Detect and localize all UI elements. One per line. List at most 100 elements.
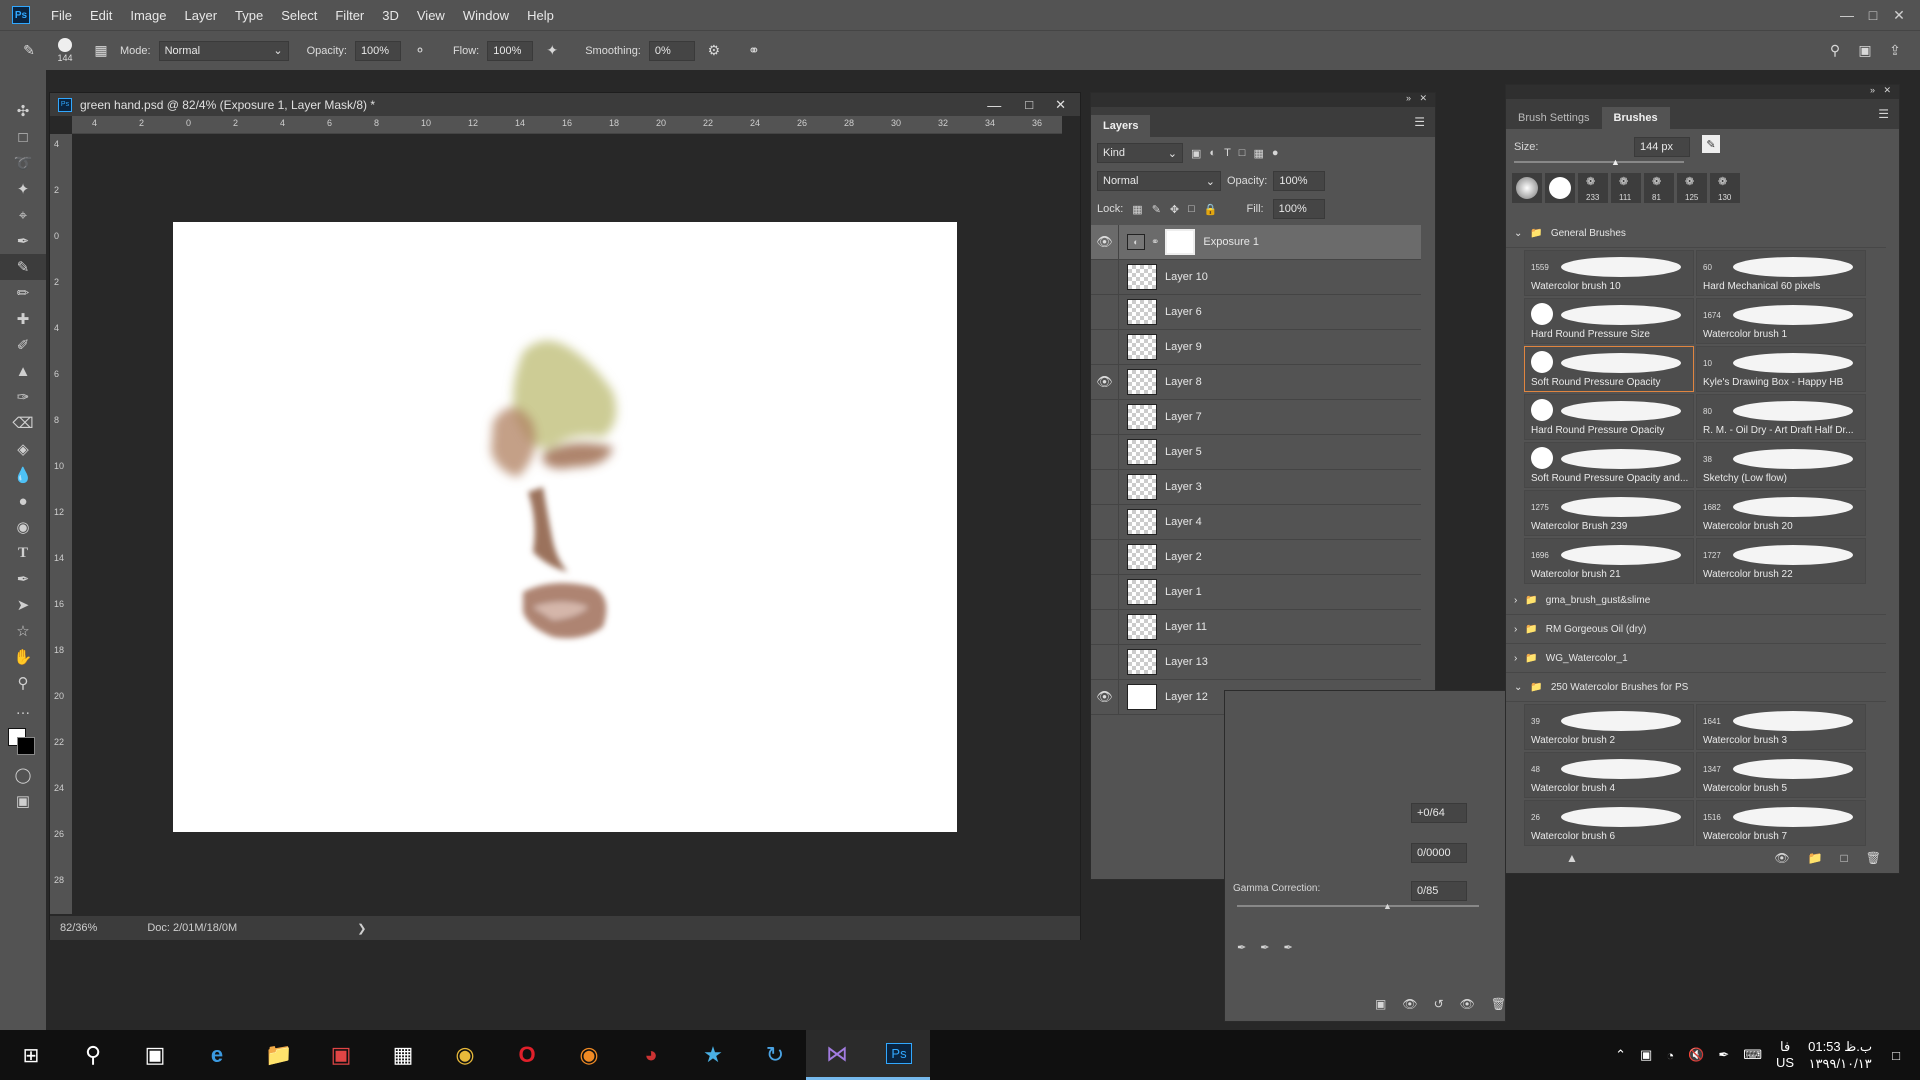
battery-icon[interactable]: ▣: [1640, 1047, 1652, 1063]
eraser-tool-icon[interactable]: ⌫: [0, 410, 46, 436]
view-previous-icon[interactable]: 👁: [1402, 997, 1417, 1011]
layer-name[interactable]: Layer 9: [1165, 341, 1202, 353]
brush-panel-toggle-icon[interactable]: ▦: [90, 40, 112, 62]
brush-preset[interactable]: 1696 Watercolor brush 21: [1524, 538, 1694, 584]
panel-menu-icon[interactable]: ☰: [1868, 107, 1899, 129]
brush-size-preview[interactable]: 144: [48, 38, 82, 63]
size-slider-track[interactable]: [1514, 161, 1684, 163]
collapse-panel-icon[interactable]: »: [1870, 85, 1875, 95]
brush-tool-preset-icon[interactable]: ✎: [18, 40, 40, 62]
eye-hidden-icon[interactable]: [1091, 644, 1119, 680]
adjustment-thumb-icon[interactable]: ◐: [1127, 234, 1145, 250]
eye-hidden-icon[interactable]: [1091, 329, 1119, 365]
pencil-tool-icon[interactable]: ✏: [0, 280, 46, 306]
new-brush-icon[interactable]: □: [1841, 851, 1848, 865]
crop-tool-icon[interactable]: ⌖: [0, 202, 46, 228]
layer-thumbnail[interactable]: [1127, 684, 1157, 710]
layer-row[interactable]: Layer 11: [1091, 609, 1421, 645]
brush-group[interactable]: › 📁 WG_Watercolor_1: [1506, 644, 1886, 673]
app-blue-icon[interactable]: ★: [682, 1030, 744, 1080]
pressure-opacity-icon[interactable]: ⚬: [409, 40, 431, 62]
path-selection-tool-icon[interactable]: ➤: [0, 592, 46, 618]
eye-hidden-icon[interactable]: [1091, 574, 1119, 610]
pressure-size-icon[interactable]: ⚭: [743, 40, 765, 62]
recent-brush[interactable]: [1545, 173, 1575, 203]
canvas[interactable]: [173, 222, 957, 832]
brush-preset[interactable]: 1682 Watercolor brush 20: [1696, 490, 1866, 536]
photoshop-taskbar-icon[interactable]: Ps: [868, 1030, 930, 1080]
layer-row[interactable]: Layer 13: [1091, 644, 1421, 680]
brush-preset[interactable]: 39 Watercolor brush 2: [1524, 704, 1694, 750]
layer-name[interactable]: Layer 12: [1165, 691, 1208, 703]
gamma-field[interactable]: 0/85: [1411, 881, 1467, 901]
blur-tool-icon[interactable]: 💧: [0, 462, 46, 488]
brush-preset[interactable]: 1674 Watercolor brush 1: [1696, 298, 1866, 344]
layer-thumbnail[interactable]: [1127, 334, 1157, 360]
file-explorer-icon[interactable]: 📁: [248, 1030, 310, 1080]
clone-stamp-tool-icon[interactable]: ▲: [0, 358, 46, 384]
filter-toggle-icon[interactable]: ●: [1272, 147, 1279, 159]
brush-group-general[interactable]: ⌄ 📁 General Brushes: [1506, 219, 1886, 248]
layer-row[interactable]: Layer 10: [1091, 259, 1421, 295]
size-slider-thumb[interactable]: ▲: [1611, 157, 1620, 167]
eye-hidden-icon[interactable]: [1091, 504, 1119, 540]
layer-name[interactable]: Layer 3: [1165, 481, 1202, 493]
document-tab[interactable]: Ps green hand.psd @ 82/4% (Exposure 1, L…: [50, 93, 1080, 116]
recent-brush[interactable]: ❁ 111: [1611, 173, 1641, 203]
layer-thumbnail[interactable]: [1127, 614, 1157, 640]
lock-artboard-icon[interactable]: □: [1188, 203, 1195, 215]
layer-thumbnail[interactable]: [1127, 474, 1157, 500]
layer-name[interactable]: Layer 6: [1165, 306, 1202, 318]
background-color[interactable]: [17, 737, 35, 755]
menu-image[interactable]: Image: [121, 8, 175, 23]
menu-3d[interactable]: 3D: [373, 8, 408, 23]
gamma-slider[interactable]: [1237, 905, 1479, 907]
firefox-browser-icon[interactable]: ◉: [558, 1030, 620, 1080]
canvas-area[interactable]: [72, 134, 1062, 914]
eyedropper-tool-icon[interactable]: ✒: [0, 228, 46, 254]
brush-preset[interactable]: 1275 Watercolor Brush 239: [1524, 490, 1694, 536]
brush-preset[interactable]: Soft Round Pressure Opacity and...: [1524, 442, 1694, 488]
brush-preset[interactable]: 1559 Watercolor brush 10: [1524, 250, 1694, 296]
recent-brush[interactable]: [1512, 173, 1542, 203]
brush-preset[interactable]: 60 Hard Mechanical 60 pixels: [1696, 250, 1866, 296]
menu-view[interactable]: View: [408, 8, 454, 23]
smoothing-field[interactable]: 0%: [648, 40, 695, 61]
toggle-preview-icon[interactable]: 👁: [1774, 851, 1789, 865]
lock-image-icon[interactable]: ✎: [1152, 203, 1161, 216]
wifi-icon[interactable]: ◔: [1666, 1048, 1674, 1063]
doc-maximize-icon[interactable]: □: [1025, 97, 1033, 112]
close-panel-icon[interactable]: ✕: [1883, 85, 1891, 96]
layer-name[interactable]: Layer 8: [1165, 376, 1202, 388]
exposure-field[interactable]: +0/64: [1411, 803, 1467, 823]
doc-close-icon[interactable]: ✕: [1055, 97, 1066, 113]
layer-thumbnail[interactable]: [1127, 264, 1157, 290]
filter-type-icon[interactable]: T: [1224, 147, 1231, 159]
layer-row[interactable]: Layer 6: [1091, 294, 1421, 330]
layer-name[interactable]: Layer 2: [1165, 551, 1202, 563]
brush-preset[interactable]: 1727 Watercolor brush 22: [1696, 538, 1866, 584]
blend-mode-select[interactable]: Normal ⌄: [1097, 171, 1221, 191]
volume-muted-icon[interactable]: 🔇: [1688, 1047, 1704, 1063]
menu-layer[interactable]: Layer: [176, 8, 227, 23]
dodge-tool-icon[interactable]: ●: [0, 488, 46, 514]
windows-start-icon[interactable]: ⊞: [0, 1030, 62, 1080]
gamma-slider-thumb[interactable]: ▲: [1383, 901, 1392, 911]
recent-brush[interactable]: ❁ 125: [1677, 173, 1707, 203]
brush-preset[interactable]: Hard Round Pressure Opacity: [1524, 394, 1694, 440]
black-point-eyedropper-icon[interactable]: ✒: [1237, 941, 1246, 954]
lock-all-icon[interactable]: 🔒: [1204, 203, 1218, 216]
calculator-icon[interactable]: ▦: [372, 1030, 434, 1080]
brush-preset[interactable]: 80 R. M. - Oil Dry - Art Draft Half Dr...: [1696, 394, 1866, 440]
lock-position-icon[interactable]: ✥: [1170, 203, 1179, 216]
panel-menu-icon[interactable]: ☰: [1404, 115, 1435, 137]
recent-brush[interactable]: ❁ 233: [1578, 173, 1608, 203]
keyboard-icon[interactable]: ⌨: [1743, 1047, 1762, 1063]
zoom-tool-icon[interactable]: ⚲: [0, 670, 46, 696]
preview-size-slider-icon[interactable]: ▲: [1566, 851, 1578, 865]
eye-visible-icon[interactable]: 👁: [1091, 224, 1119, 260]
toggle-visibility-icon[interactable]: 👁: [1460, 997, 1475, 1011]
lock-transparent-icon[interactable]: ▦: [1132, 203, 1142, 216]
airbrush-icon[interactable]: ✦: [541, 40, 563, 62]
layer-name[interactable]: Layer 4: [1165, 516, 1202, 528]
